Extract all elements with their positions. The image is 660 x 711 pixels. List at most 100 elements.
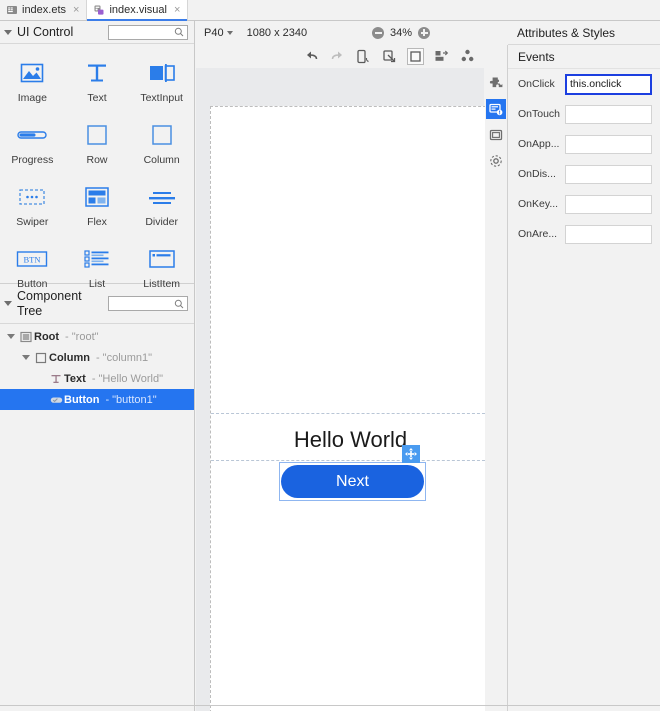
preview-next-button[interactable]: Next [281, 465, 424, 498]
preview-text-hello-world[interactable]: Hello World [211, 427, 490, 453]
ui-control-header: UI Control [0, 21, 194, 44]
tab-label: index.ets [22, 4, 67, 16]
palette-item-button[interactable]: BTN Button [0, 238, 65, 290]
events-title: Events [508, 45, 660, 69]
root-icon [18, 331, 34, 343]
column-icon [145, 120, 179, 150]
tree-node-text[interactable]: Text - "Hello World" [0, 368, 194, 389]
tree-node-root[interactable]: Root - "root" [0, 326, 194, 347]
button-node-icon [48, 394, 64, 406]
editor-tab-bar: index.ets × index.visual × [0, 0, 660, 21]
align-icon[interactable] [433, 48, 450, 65]
tab-index-ets[interactable]: index.ets × [0, 0, 88, 20]
tab-index-visual[interactable]: index.visual × [87, 0, 189, 21]
tree-node-name: Button [64, 393, 100, 406]
zoom-out-button[interactable] [372, 26, 384, 39]
tab-close-icon[interactable]: × [73, 4, 79, 16]
visual-file-icon [93, 4, 105, 16]
event-input-onappear[interactable] [565, 134, 652, 154]
button-selection-outline[interactable]: Next [279, 462, 426, 501]
component-tree-search-input[interactable] [108, 296, 188, 311]
tree-node-name: Text [64, 372, 86, 385]
palette-item-list[interactable]: List [65, 238, 130, 290]
event-row-onappear: OnApp... [508, 129, 660, 159]
search-icon [174, 299, 184, 308]
zoom-controls: 34% [372, 21, 431, 44]
device-name: P40 [204, 26, 224, 39]
event-label: OnAre... [518, 228, 558, 240]
palette-item-column[interactable]: Column [129, 114, 194, 166]
palette-item-label: Swiper [16, 216, 49, 228]
palette-item-label: Row [86, 154, 108, 166]
event-label: OnDis... [518, 168, 556, 180]
palette-item-label: TextInput [140, 92, 183, 104]
text-node-icon [48, 373, 64, 385]
flex-icon [80, 182, 114, 212]
palette-item-text[interactable]: Text [65, 52, 130, 104]
image-icon [15, 58, 49, 88]
move-handle-icon[interactable] [402, 445, 420, 463]
settings-icon[interactable] [486, 151, 506, 171]
device-preview-frame[interactable]: Hello World Next [210, 106, 491, 711]
screenshot-icon[interactable] [381, 48, 398, 65]
palette-item-swiper[interactable]: Swiper [0, 176, 65, 228]
event-row-ondisappear: OnDis... [508, 159, 660, 189]
device-rotate-icon[interactable] [355, 48, 372, 65]
tree-node-value: - "Hello World" [91, 372, 163, 385]
attributes-icon[interactable] [486, 73, 506, 93]
events-panel: Events OnClick this.onclick OnTouch OnAp… [507, 45, 660, 711]
palette-item-label: ListItem [143, 278, 181, 290]
tree-node-button[interactable]: Button - "button1" [0, 389, 194, 410]
column-node-icon [33, 352, 49, 364]
palette-item-divider[interactable]: Divider [129, 176, 194, 228]
right-panel: Attributes & Styles Events OnClick this.… [485, 21, 660, 711]
palette-item-flex[interactable]: Flex [65, 176, 130, 228]
tree-node-value: - "root" [65, 330, 99, 343]
tree-node-name: Root [34, 330, 60, 343]
chevron-down-icon[interactable] [20, 351, 33, 364]
tree-node-column[interactable]: Column - "column1" [0, 347, 194, 368]
zoom-in-button[interactable] [418, 26, 431, 39]
canvas-area[interactable]: Hello World Next [196, 68, 491, 711]
event-row-onarea: OnAre... [508, 219, 660, 249]
ui-control-search-input[interactable] [108, 24, 188, 40]
redo-icon[interactable] [329, 48, 346, 65]
styles-icon[interactable] [486, 125, 506, 145]
component-tree-title: Component Tree [17, 289, 82, 318]
tree-node-name: Column [49, 351, 90, 364]
text-icon [80, 58, 114, 88]
palette-item-label: Progress [11, 154, 54, 166]
event-label: OnKey... [518, 198, 559, 210]
ets-file-icon [6, 4, 18, 16]
event-input-ondisappear[interactable] [565, 164, 652, 184]
search-icon [174, 27, 184, 37]
list-icon [80, 244, 114, 274]
center-panel: P40 1080 x 2340 34% Hello World Next [196, 21, 491, 711]
event-row-onkey: OnKey... [508, 189, 660, 219]
event-input-ontouch[interactable] [565, 104, 652, 124]
status-bar-divider [0, 705, 660, 706]
undo-icon[interactable] [303, 48, 320, 65]
device-selector[interactable]: P40 [204, 27, 233, 39]
tab-close-icon[interactable]: × [174, 4, 180, 16]
event-input-onclick[interactable]: this.onclick [565, 73, 652, 95]
chevron-down-icon [226, 30, 233, 35]
chevron-down-icon[interactable] [4, 28, 13, 37]
ui-control-title: UI Control [17, 24, 74, 39]
palette-item-listitem[interactable]: ListItem [129, 238, 194, 290]
chevron-down-icon[interactable] [4, 299, 13, 308]
left-panel: UI Control Image Text TextInput Progress… [0, 21, 195, 711]
palette-item-progress[interactable]: Progress [0, 114, 65, 166]
constraints-icon[interactable] [459, 48, 476, 65]
event-row-onclick: OnClick this.onclick [508, 69, 660, 99]
canvas-toolbar: P40 1080 x 2340 34% [196, 21, 484, 44]
events-icon[interactable] [486, 99, 506, 119]
frame-icon[interactable] [407, 47, 424, 65]
palette-item-image[interactable]: Image [0, 52, 65, 104]
tab-label: index.visual [109, 4, 167, 16]
palette-item-textinput[interactable]: TextInput [129, 52, 194, 104]
event-input-onkey[interactable] [565, 194, 652, 214]
chevron-down-icon[interactable] [5, 330, 18, 343]
palette-item-row[interactable]: Row [65, 114, 130, 166]
event-input-onarea[interactable] [565, 224, 652, 244]
